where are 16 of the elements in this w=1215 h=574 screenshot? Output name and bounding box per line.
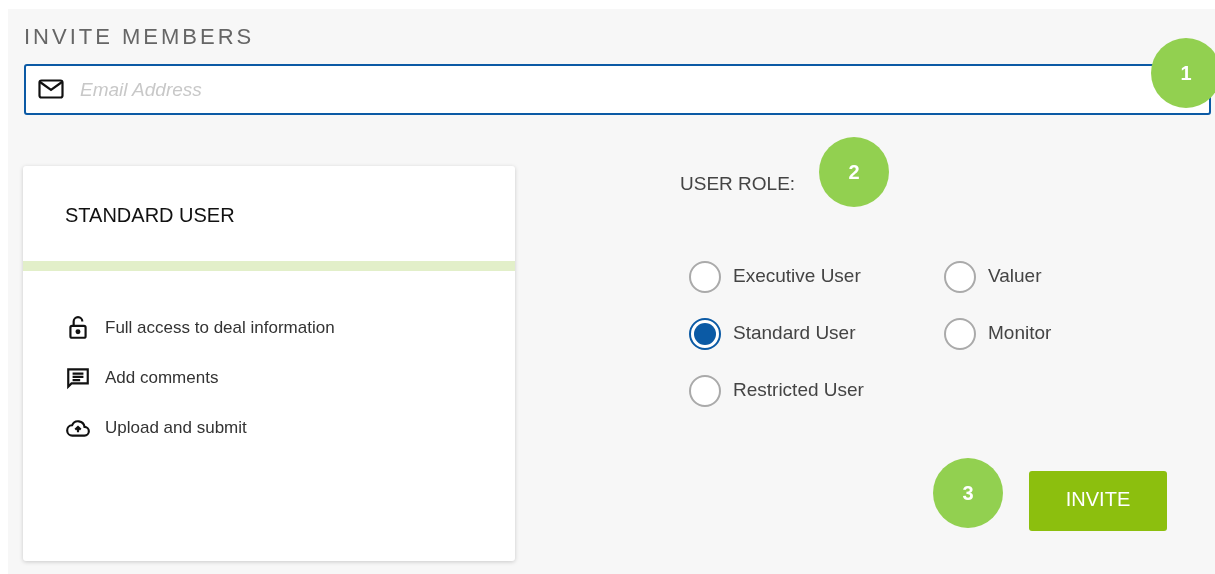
comment-icon	[65, 365, 91, 391]
section-title: INVITE MEMBERS	[24, 23, 256, 51]
role-radio[interactable]: Executive User	[689, 260, 944, 293]
role-radio[interactable]: Valuer	[944, 260, 1104, 293]
step-badge: 3	[933, 458, 1003, 528]
role-label: USER ROLE:	[680, 172, 796, 196]
permission-text: Upload and submit	[105, 417, 247, 440]
permission-text: Full access to deal information	[105, 317, 335, 340]
role-radio[interactable]: Restricted User	[689, 374, 944, 407]
step-badge: 2	[819, 137, 889, 207]
role-radio[interactable]: Monitor	[944, 317, 1104, 350]
step-badge: 1	[1151, 38, 1215, 108]
envelope-icon	[38, 79, 64, 99]
role-radio[interactable]: Standard User	[689, 317, 944, 350]
card-title: STANDARD USER	[64, 203, 236, 228]
permission-text: Add comments	[105, 367, 219, 390]
